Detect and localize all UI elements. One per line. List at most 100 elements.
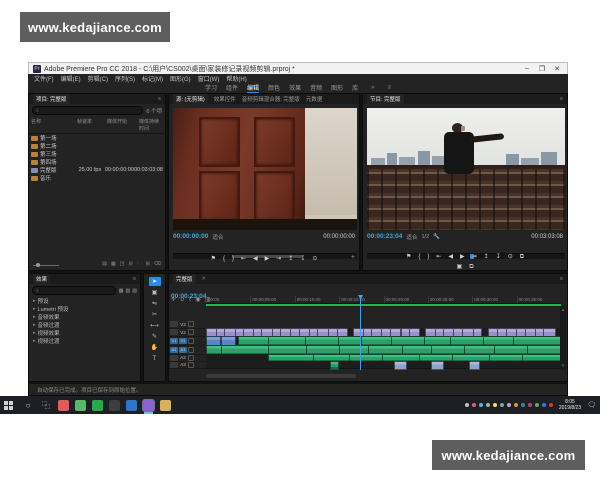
workspace-tab[interactable]: 颜色 [268, 83, 280, 93]
cortana-search-button[interactable]: ○ [22, 401, 34, 410]
transport-button[interactable]: ↧ [496, 254, 501, 260]
transport-button[interactable]: ▣ [457, 264, 463, 270]
workspace-tab[interactable]: 组件 [226, 83, 238, 93]
transport-button[interactable]: ↥ [288, 256, 293, 262]
workspace-tab[interactable]: 学习 [205, 83, 217, 93]
timeline-ruler[interactable]: 00:0000:00:05:0000:00:10:0000:00:15:0000… [206, 295, 561, 304]
workspace-tab[interactable]: 库 [352, 83, 358, 93]
toggle-track-output-icon[interactable] [188, 338, 194, 344]
taskbar-app-icon[interactable] [160, 400, 171, 411]
tool-button[interactable]: ✎ [149, 332, 161, 341]
transport-button[interactable]: ⚑ [211, 256, 216, 262]
source-patch[interactable] [170, 362, 178, 368]
menu-item[interactable]: 标记(M) [142, 74, 163, 83]
transport-button[interactable]: ⊙ [508, 254, 513, 260]
transport-button[interactable]: ▶ [460, 254, 465, 260]
panel-menu-icon[interactable]: ≡ [133, 276, 136, 282]
effects-category-row[interactable]: ▸ 音频效果 [29, 313, 140, 321]
tool-button[interactable]: ⟷ [149, 321, 161, 330]
menu-item[interactable]: 图形(G) [170, 74, 191, 83]
taskbar-app-icon[interactable] [143, 400, 154, 411]
monitor-tab[interactable]: 源: (无剪辑) [173, 94, 208, 104]
program-timecode[interactable]: 00:00:23:04 [367, 233, 402, 240]
project-footer-icon[interactable]: ⊟ [129, 261, 133, 269]
settings-wrench-icon[interactable]: 🔧 [433, 234, 440, 240]
tray-icon[interactable] [493, 403, 497, 407]
workspace-tab[interactable]: 音频 [310, 83, 322, 93]
maximize-button[interactable]: ❐ [536, 65, 548, 73]
tray-icon[interactable] [479, 403, 483, 407]
tool-button[interactable]: ➤ [149, 277, 161, 286]
transport-button[interactable]: ↧ [300, 256, 305, 262]
effects-tab[interactable]: 效果 [33, 274, 50, 284]
twirl-icon[interactable]: ▸ [33, 298, 36, 304]
program-tab[interactable]: 节目: 完整版 [367, 94, 404, 104]
effects-filter-icon[interactable]: ▧ [132, 288, 137, 294]
tray-icon[interactable] [500, 403, 504, 407]
transport-button[interactable]: } [232, 256, 234, 262]
tray-icon[interactable] [465, 403, 469, 407]
transport-button[interactable]: ⇥ [276, 256, 281, 262]
source-patch[interactable] [170, 329, 178, 335]
timeline-toolbar-icon[interactable]: ∪ [180, 296, 184, 303]
transport-button[interactable]: { [418, 254, 420, 260]
window-titlebar[interactable]: Pr Adobe Premiere Pro CC 2018 - C:\用户\CS… [28, 62, 568, 74]
project-row[interactable]: 第一场 [29, 134, 165, 142]
project-tab[interactable]: 项目: 完整版 [33, 94, 70, 104]
track-target[interactable]: V1 [179, 338, 187, 344]
toggle-track-output-icon[interactable] [188, 321, 194, 327]
task-view-button[interactable]: ⿻ [40, 400, 52, 411]
twirl-icon[interactable]: ▸ [33, 314, 36, 320]
effects-category-row[interactable]: ▸ 音频过渡 [29, 321, 140, 329]
mute-track-icon[interactable] [188, 355, 194, 361]
tray-icon[interactable] [535, 403, 539, 407]
workspace-menu-icon[interactable]: ≡ [387, 85, 391, 91]
timeline-vertical-scrollbar[interactable]: ▴ ▾ [560, 306, 566, 370]
panel-menu-icon[interactable]: ≡ [560, 96, 563, 102]
menu-item[interactable]: 窗口(W) [198, 74, 220, 83]
tray-icon[interactable] [507, 403, 511, 407]
project-column-headers[interactable]: 名称 帧速率 媒体开始 媒体持续时间 [29, 117, 165, 134]
transport-button[interactable]: ⚑ [406, 254, 411, 260]
column-duration[interactable]: 媒体持续时间 [139, 118, 163, 132]
tray-icon[interactable] [528, 403, 532, 407]
tray-icon[interactable] [486, 403, 490, 407]
effects-filter-icon[interactable]: ▩ [119, 288, 124, 294]
playhead-line[interactable] [360, 295, 361, 370]
effects-category-row[interactable]: ▸ 预设 [29, 297, 140, 305]
tray-icon[interactable] [542, 403, 546, 407]
twirl-icon[interactable]: ▸ [33, 338, 36, 344]
transport-button[interactable]: { [223, 256, 225, 262]
menu-item[interactable]: 文件(F) [34, 74, 54, 83]
tool-button[interactable]: ✋ [149, 343, 161, 352]
taskbar-app-icon[interactable] [92, 400, 103, 411]
timeline-horizontal-scrollbar[interactable] [206, 374, 356, 378]
source-patch[interactable]: V1 [170, 338, 178, 344]
timeline-clip[interactable] [330, 361, 339, 370]
transport-button[interactable]: ▶ [265, 256, 270, 262]
project-row[interactable]: 音乐 [29, 174, 165, 182]
monitor-tab[interactable]: 音频剪辑混合器: 完整版 [242, 95, 300, 103]
mute-track-icon[interactable] [188, 347, 194, 353]
track-a3[interactable] [206, 361, 561, 369]
timeline-clip[interactable] [469, 361, 480, 370]
mute-track-icon[interactable] [188, 362, 194, 368]
timeline-toolbar-icon[interactable]: ⌇ [188, 296, 191, 303]
timeline-toolbar-icon[interactable]: ◉ [195, 296, 200, 303]
project-row[interactable]: 第三场 [29, 150, 165, 158]
source-timecode[interactable]: 00:00:00:00 [173, 233, 208, 240]
monitor-tab[interactable]: 元数据 [306, 95, 323, 103]
notification-center-icon[interactable]: 🗨 [587, 401, 596, 409]
project-row[interactable]: 第二场 [29, 142, 165, 150]
track-target[interactable]: A1 [179, 347, 187, 353]
toggle-track-output-icon[interactable] [188, 329, 194, 335]
column-name[interactable]: 名称 [31, 118, 77, 132]
timeline-clip[interactable] [431, 361, 444, 370]
project-footer-icon[interactable]: ▤ [102, 261, 107, 269]
project-footer-icon[interactable]: ⌫ [154, 261, 161, 269]
transport-button[interactable]: ⇥ [472, 254, 477, 260]
effects-filter-icon[interactable]: ▨ [126, 288, 131, 294]
column-start[interactable]: 媒体开始 [107, 118, 139, 132]
timeline-clip[interactable] [394, 361, 407, 370]
tool-button[interactable]: ▣ [149, 288, 161, 297]
